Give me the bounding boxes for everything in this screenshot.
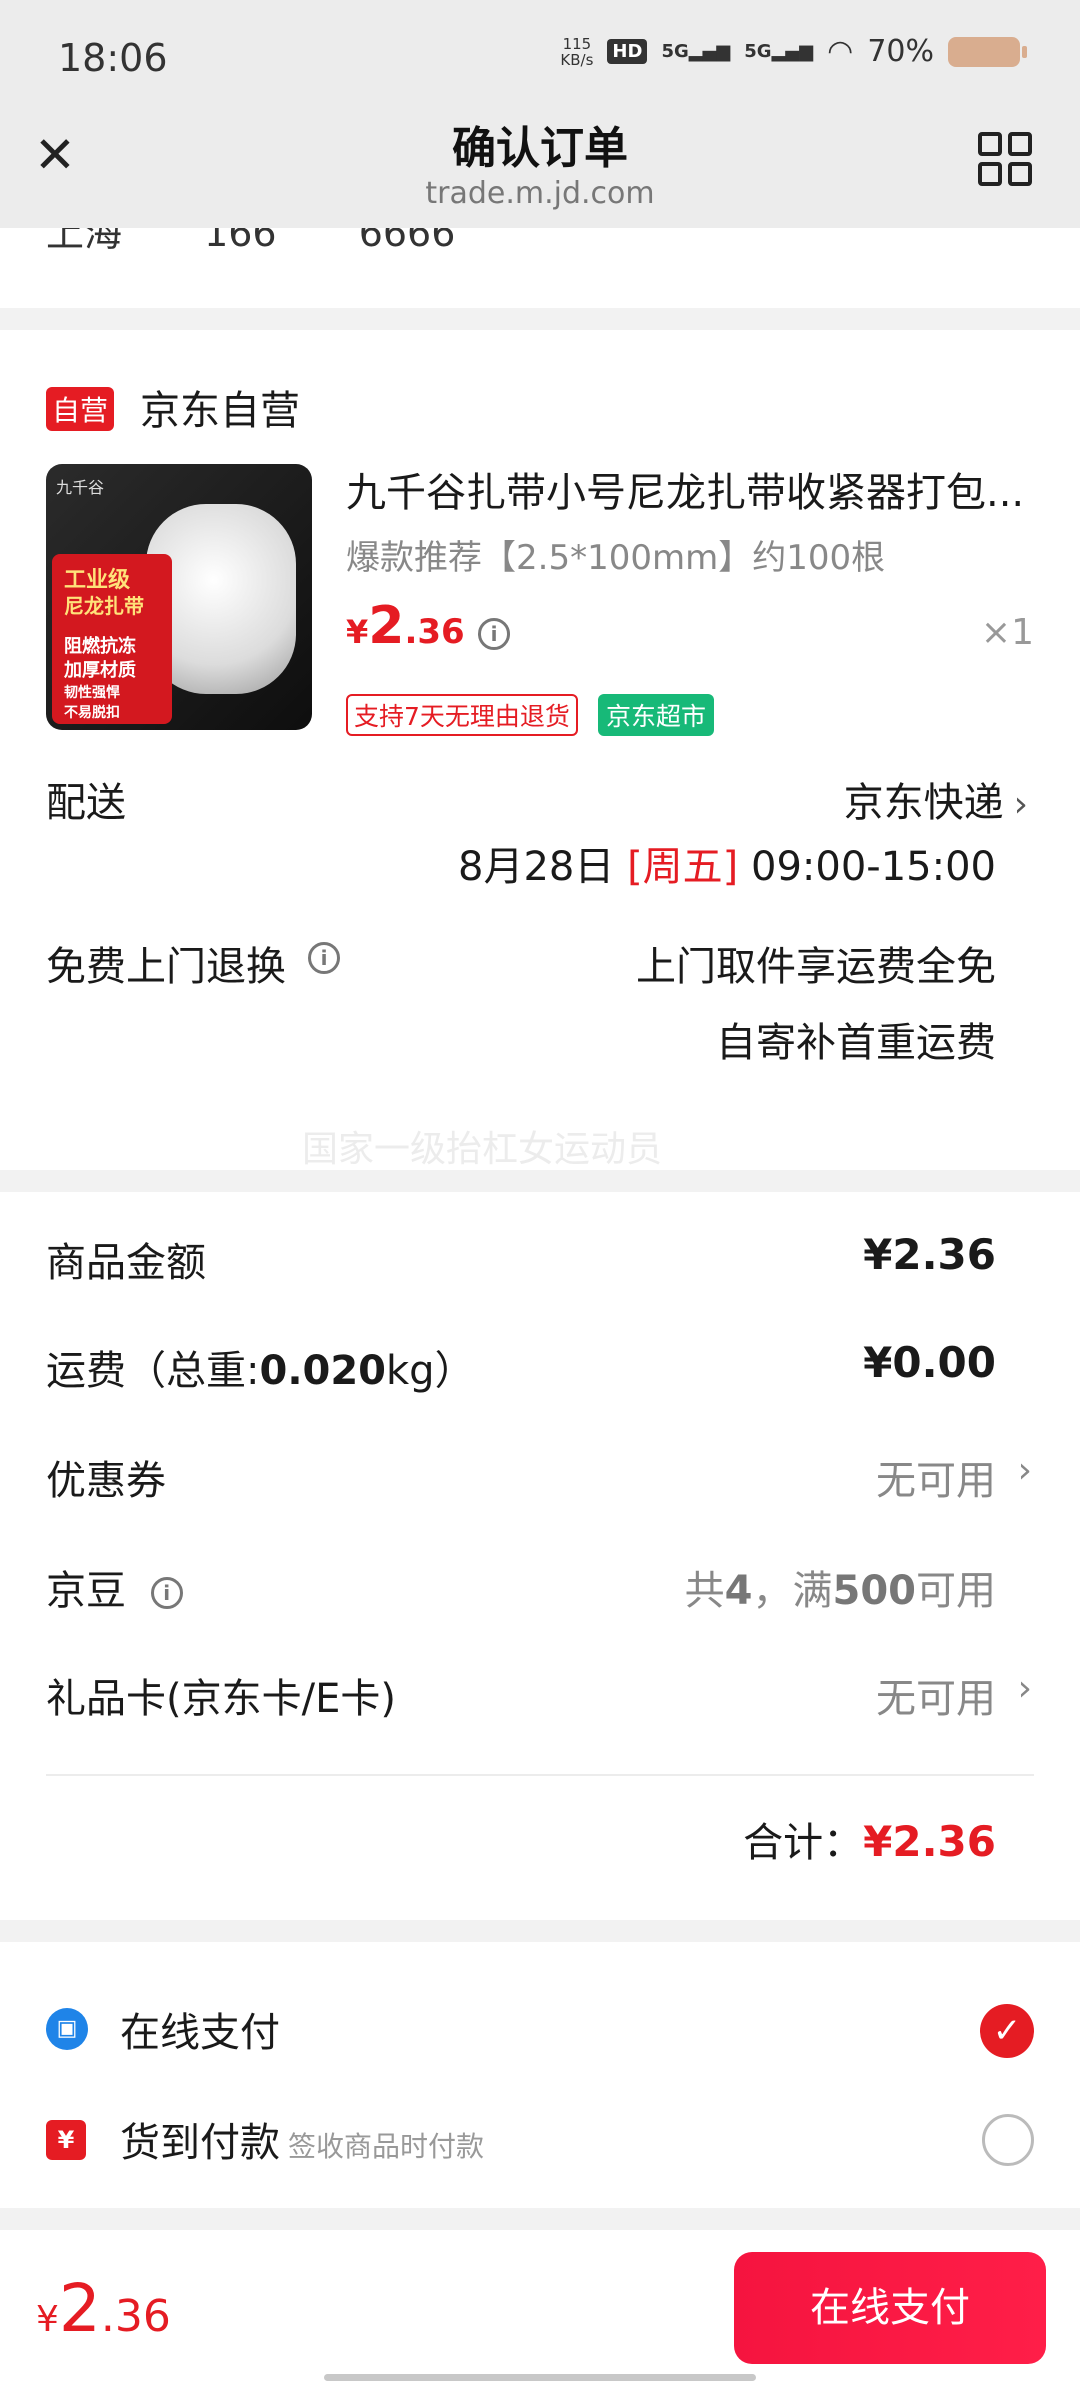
page-url: trade.m.jd.com (425, 176, 655, 211)
signal-icon-2: 5G▂▄▆ (744, 41, 814, 62)
self-operated-badge: 自营 (46, 387, 115, 431)
amount-card: 商品金额 ¥2.36 运费（总重:0.020kg） ¥0.00 优惠券 无可用 … (0, 1192, 1080, 1920)
free-return-label: 免费上门退换 (46, 944, 286, 990)
bottom-bar: ¥2.36 在线支付 (0, 2230, 1080, 2388)
product-card: 自营 京东自营 九千谷 工业级 尼龙扎带 阻燃抗冻 加厚材质 韧性强悍 不易脱扣… (0, 330, 1080, 1170)
address-text: 上海 166 6666 (46, 228, 456, 255)
supermarket-tag: 京东超市 (598, 694, 715, 736)
goods-amount-label: 商品金额 (46, 1240, 206, 1286)
product-quantity: ×1 (980, 612, 1034, 653)
jingdou-value: 共4，满500可用 (684, 1568, 996, 1614)
product-name[interactable]: 九千谷扎带小号尼龙扎带收紧器打包... (346, 460, 1036, 518)
delivery-date[interactable]: 8月28日 [周五] 09:00-15:00 (458, 834, 996, 892)
signal-icon: 5G▂▄▆ (661, 41, 731, 62)
product-price: ¥2.36 (346, 596, 465, 656)
order-total: 合计：¥2.36 (743, 1817, 996, 1866)
delivery-method[interactable]: 京东快递 › (844, 770, 1028, 828)
battery-percent: 70% (867, 34, 934, 69)
status-bar: 18:06 115 KB/s HD 5G▂▄▆ 5G▂▄▆ ◠ 70% (0, 0, 1080, 110)
shop-name: 京东自营 (140, 388, 300, 434)
free-return-line2: 自寄补首重运费 (716, 1020, 996, 1066)
chevron-right-icon[interactable]: › (1018, 1450, 1032, 1491)
status-icons: 115 KB/s HD 5G▂▄▆ 5G▂▄▆ ◠ 70% (560, 34, 1027, 69)
product-red-tag: 工业级 尼龙扎带 阻燃抗冻 加厚材质 韧性强悍 不易脱扣 (52, 554, 172, 724)
online-pay-radio-checked[interactable]: ✓ (980, 2004, 1034, 2058)
status-time: 18:06 (58, 36, 168, 80)
shipping-value: ¥0.00 (863, 1338, 996, 1387)
image-brand: 九千谷 (56, 478, 105, 497)
return-policy-tag: 支持7天无理由退货 (346, 694, 578, 736)
online-pay-label[interactable]: 在线支付 (120, 2000, 280, 2058)
shipping-label: 运费（总重:0.020kg） (46, 1348, 475, 1394)
chevron-right-icon: › (1013, 784, 1028, 825)
net-speed: 115 KB/s (560, 34, 594, 69)
submit-pay-button[interactable]: 在线支付 (734, 2252, 1046, 2364)
return-info-icon[interactable]: i (308, 942, 340, 974)
top-bar: 18:06 115 KB/s HD 5G▂▄▆ 5G▂▄▆ ◠ 70% ✕ 确认… (0, 0, 1080, 228)
page-title: 确认订单 (452, 123, 628, 174)
hd-icon: HD (607, 39, 648, 64)
goods-amount-value: ¥2.36 (863, 1230, 996, 1279)
chevron-right-icon[interactable]: › (1018, 1668, 1032, 1709)
cod-radio-unchecked[interactable] (982, 2114, 1034, 2166)
giftcard-value[interactable]: 无可用 (876, 1666, 996, 1724)
cod-label[interactable]: 货到付款 签收商品时付款 (120, 2110, 484, 2168)
jingdou-label: 京豆 i (46, 1558, 183, 1616)
grid-menu-icon[interactable] (978, 132, 1032, 186)
wifi-icon: ◠ (827, 34, 854, 69)
battery-icon (948, 36, 1027, 67)
coupon-value[interactable]: 无可用 (876, 1448, 996, 1506)
product-image[interactable]: 九千谷 工业级 尼龙扎带 阻燃抗冻 加厚材质 韧性强悍 不易脱扣 (46, 464, 312, 730)
address-card[interactable]: 上海 166 6666 (0, 228, 1080, 308)
free-return-line1: 上门取件享运费全免 (636, 944, 996, 990)
watermark-text: 国家一级抬杠女运动员 (302, 1129, 663, 1170)
bottom-total-price: ¥2.36 (36, 2270, 171, 2347)
price-info-icon[interactable]: i (478, 618, 510, 650)
cash-on-delivery-icon: ¥ (46, 2120, 86, 2160)
divider (46, 1774, 1034, 1776)
coupon-label: 优惠券 (46, 1458, 166, 1504)
giftcard-label: 礼品卡(京东卡/E卡) (46, 1676, 396, 1722)
delivery-label: 配送 (46, 780, 126, 826)
online-pay-icon: ▣ (46, 2008, 88, 2050)
jingdou-info-icon[interactable]: i (150, 1577, 183, 1609)
home-indicator[interactable] (324, 2374, 756, 2381)
payment-method-card: ▣ 在线支付 ✓ ¥ 货到付款 签收商品时付款 (0, 1942, 1080, 2208)
product-spec: 爆款推荐【2.5*100mm】约100根 (346, 538, 886, 578)
